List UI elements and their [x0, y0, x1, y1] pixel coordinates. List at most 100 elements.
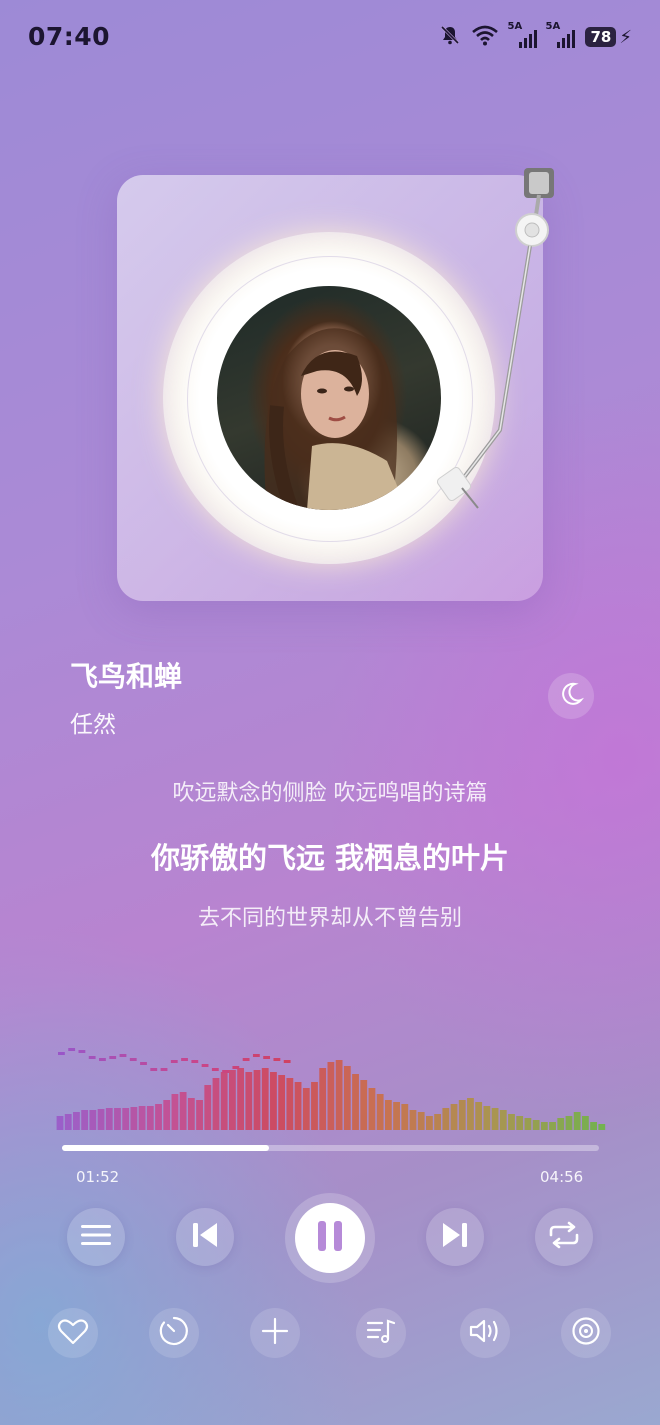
total-time: 04:56 — [540, 1168, 584, 1186]
lyric-current-line: 你骄傲的飞远 我栖息的叶片 — [150, 841, 510, 875]
spectrum-bar — [171, 1094, 179, 1130]
repeat-icon — [547, 1221, 581, 1253]
spectrum-peak — [252, 1054, 260, 1057]
progress-bar[interactable] — [62, 1145, 599, 1151]
spectrum-bar — [245, 1072, 253, 1130]
pause-icon — [315, 1219, 345, 1257]
add-icon — [261, 1317, 289, 1349]
spectrum-peak — [119, 1054, 127, 1057]
playlist-menu-icon — [81, 1223, 111, 1251]
spectrum-bar — [220, 1072, 228, 1130]
spectrum-bar — [122, 1108, 130, 1130]
spectrum-bar — [311, 1082, 318, 1130]
spectrum-bar — [532, 1120, 540, 1130]
spectrum-bar — [409, 1110, 417, 1130]
spectrum-bar — [426, 1116, 433, 1130]
pause-button-face — [295, 1203, 365, 1273]
spectrum-bar — [114, 1108, 121, 1130]
moon-icon — [557, 680, 585, 712]
song-artist[interactable]: 任然 — [70, 705, 116, 739]
spectrum-bar — [475, 1102, 483, 1130]
spectrum-bar — [360, 1080, 368, 1130]
audio-spectrum — [56, 1048, 606, 1130]
spectrum-bar — [253, 1070, 261, 1130]
spectrum-bar — [491, 1108, 499, 1130]
sleep-timer-button[interactable] — [149, 1308, 199, 1358]
spectrum-peak — [150, 1068, 158, 1071]
queue-button[interactable] — [356, 1308, 406, 1358]
tonearm[interactable] — [0, 0, 660, 620]
next-button[interactable] — [426, 1208, 484, 1266]
spectrum-peak — [140, 1062, 147, 1065]
spectrum-bar — [196, 1100, 203, 1130]
sound-effects-button[interactable] — [561, 1308, 611, 1358]
spectrum-bar — [270, 1072, 277, 1130]
spectrum-bar — [524, 1118, 532, 1130]
spectrum-bar — [540, 1122, 548, 1130]
spectrum-bar — [179, 1092, 187, 1130]
volume-button[interactable] — [460, 1308, 510, 1358]
previous-icon — [190, 1220, 220, 1254]
song-title: 飞鸟和蝉 — [70, 660, 183, 693]
disc-icon — [571, 1316, 601, 1350]
spectrum-peak — [222, 1070, 229, 1073]
spectrum-peak — [191, 1060, 199, 1063]
spectrum-bar — [376, 1094, 384, 1130]
spectrum-bar — [278, 1075, 286, 1130]
spectrum-bar — [499, 1110, 507, 1130]
spectrum-bar — [155, 1104, 162, 1130]
spectrum-bar — [417, 1112, 425, 1130]
playlist-button[interactable] — [67, 1208, 125, 1266]
favorite-button[interactable] — [48, 1308, 98, 1358]
sleep-mode-button[interactable] — [548, 673, 594, 719]
spectrum-bar — [138, 1106, 146, 1130]
spectrum-bar — [384, 1100, 392, 1130]
spectrum-peak — [181, 1058, 188, 1061]
spectrum-bar — [368, 1088, 376, 1130]
spectrum-bar — [302, 1088, 310, 1130]
play-pause-button[interactable] — [285, 1193, 375, 1283]
spectrum-bar — [294, 1082, 302, 1130]
spectrum-bar — [549, 1122, 556, 1130]
repeat-mode-button[interactable] — [535, 1208, 593, 1266]
previous-button[interactable] — [176, 1208, 234, 1266]
spectrum-bar — [187, 1098, 195, 1130]
spectrum-bar — [458, 1100, 466, 1130]
spectrum-bar — [573, 1112, 581, 1130]
spectrum-peak — [242, 1058, 250, 1061]
spectrum-peak — [211, 1068, 219, 1071]
spectrum-bar — [286, 1078, 294, 1130]
spectrum-peak — [273, 1058, 281, 1061]
spectrum-peak — [109, 1056, 117, 1059]
spectrum-bar — [146, 1106, 154, 1130]
spectrum-bar — [89, 1110, 97, 1130]
spectrum-bar — [335, 1060, 343, 1130]
spectrum-bar — [401, 1104, 409, 1130]
spectrum-bar — [393, 1102, 400, 1130]
spectrum-bar — [56, 1116, 64, 1130]
progress-fill — [62, 1145, 269, 1151]
spectrum-peak — [78, 1050, 86, 1053]
spectrum-bar — [590, 1122, 597, 1130]
spectrum-peak — [170, 1060, 178, 1063]
spectrum-bar — [97, 1109, 105, 1130]
spectrum-bar — [343, 1066, 351, 1130]
volume-icon — [468, 1317, 502, 1349]
spectrum-peak — [99, 1058, 106, 1061]
spectrum-bar — [598, 1124, 606, 1130]
spectrum-bar — [327, 1062, 335, 1130]
spectrum-bar — [442, 1108, 450, 1130]
spectrum-bar — [73, 1112, 80, 1130]
queue-icon — [366, 1317, 396, 1349]
spectrum-bar — [261, 1068, 269, 1130]
spectrum-bar — [467, 1098, 474, 1130]
spectrum-bar — [450, 1104, 458, 1130]
timer-icon — [158, 1315, 190, 1351]
spectrum-bar — [204, 1085, 212, 1130]
heart-icon — [57, 1317, 89, 1349]
add-to-playlist-button[interactable] — [250, 1308, 300, 1358]
spectrum-peak — [160, 1068, 168, 1071]
spectrum-bar — [163, 1100, 171, 1130]
spectrum-bar — [130, 1107, 138, 1130]
spectrum-bar — [319, 1068, 327, 1130]
